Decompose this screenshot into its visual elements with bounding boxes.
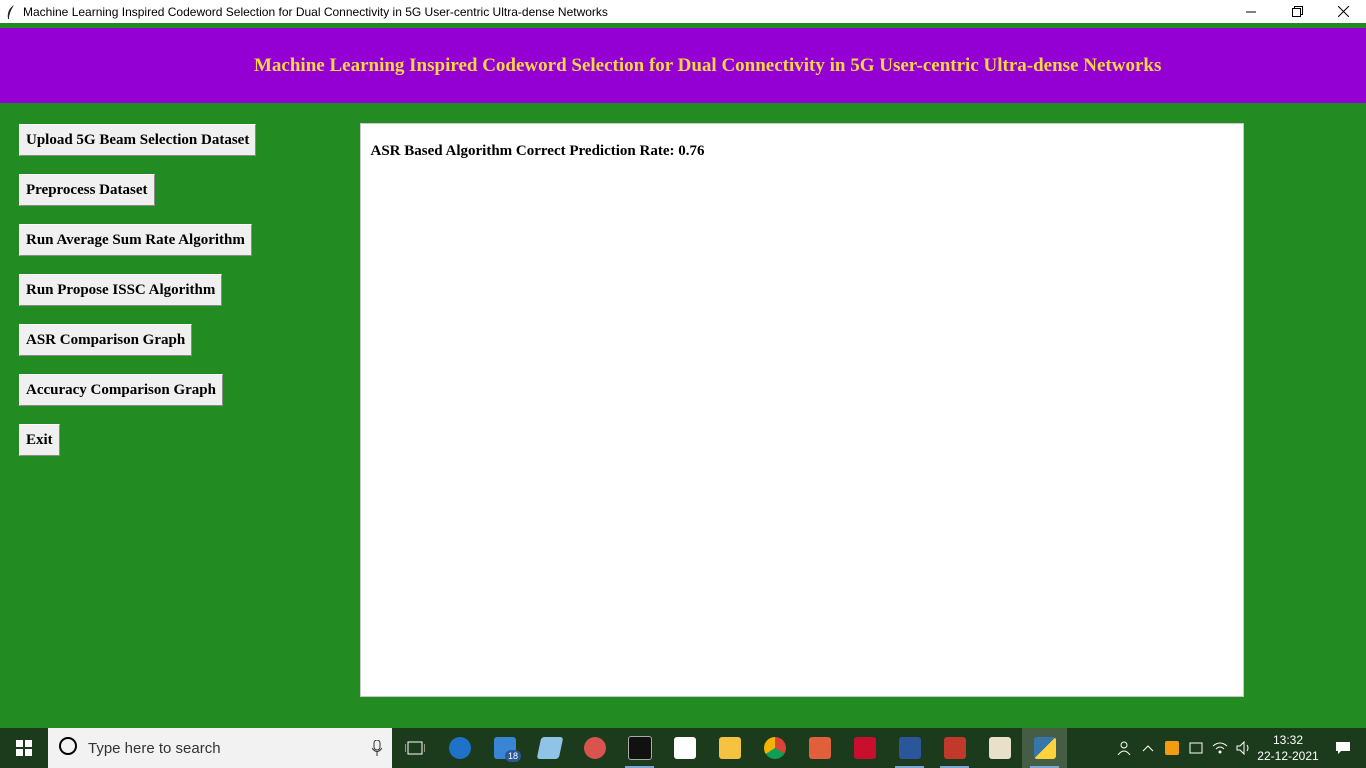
header-banner: Machine Learning Inspired Codeword Selec… <box>0 28 1366 103</box>
app-tray-icon[interactable] <box>1160 728 1184 768</box>
action-center-icon[interactable] <box>1320 728 1366 768</box>
wifi-icon[interactable] <box>1208 728 1232 768</box>
cortana-icon <box>58 736 78 760</box>
run-issc-algorithm-button[interactable]: Run Propose ISSC Algorithm <box>19 274 223 306</box>
chrome-icon[interactable] <box>752 728 797 768</box>
taskbar-search-box[interactable]: Type here to search <box>48 728 392 768</box>
feather-icon <box>0 0 22 23</box>
mail-badge: 18 <box>504 750 521 762</box>
taskbar-clock[interactable]: 13:32 22-12-2021 <box>1256 732 1320 764</box>
taskbar: Type here to search 18 13:32 22-12-2021 <box>0 728 1366 768</box>
minimize-icon[interactable] <box>1228 0 1274 23</box>
window-title: Machine Learning Inspired Codeword Selec… <box>23 4 608 19</box>
start-button[interactable] <box>0 728 48 768</box>
python-file-icon[interactable] <box>977 728 1022 768</box>
task-view-icon[interactable] <box>392 728 437 768</box>
system-tray: 13:32 22-12-2021 <box>1112 728 1366 768</box>
window-title-bar: Machine Learning Inspired Codeword Selec… <box>0 0 1366 23</box>
git-client-icon[interactable] <box>797 728 842 768</box>
edge-browser-icon[interactable] <box>437 728 482 768</box>
restore-icon[interactable] <box>1274 0 1320 23</box>
store-icon[interactable] <box>662 728 707 768</box>
upload-dataset-button[interactable]: Upload 5G Beam Selection Dataset <box>19 124 257 156</box>
python-app-icon[interactable] <box>1022 728 1067 768</box>
output-text: ASR Based Algorithm Correct Prediction R… <box>370 143 705 159</box>
mail-icon[interactable]: 18 <box>482 728 527 768</box>
accuracy-comparison-graph-button[interactable]: Accuracy Comparison Graph <box>19 374 223 406</box>
run-asr-algorithm-button[interactable]: Run Average Sum Rate Algorithm <box>19 224 252 256</box>
word-icon[interactable] <box>887 728 932 768</box>
windows-icon <box>16 740 32 756</box>
file-explorer-icon[interactable] <box>707 728 752 768</box>
close-icon[interactable] <box>1320 0 1366 23</box>
output-text-area[interactable]: ASR Based Algorithm Correct Prediction R… <box>360 123 1244 697</box>
notes-app-icon[interactable] <box>527 728 572 768</box>
preprocess-dataset-button[interactable]: Preprocess Dataset <box>19 174 155 206</box>
command-prompt-icon[interactable] <box>617 728 662 768</box>
chevron-up-icon[interactable] <box>1136 728 1160 768</box>
settings-app-icon[interactable] <box>572 728 617 768</box>
search-placeholder: Type here to search <box>88 739 221 757</box>
microphone-icon[interactable] <box>362 740 392 756</box>
paint-app-icon[interactable] <box>932 728 977 768</box>
clock-date: 22-12-2021 <box>1257 749 1319 763</box>
volume-icon[interactable] <box>1232 728 1256 768</box>
pdf-reader-icon[interactable] <box>842 728 887 768</box>
people-icon[interactable] <box>1112 728 1136 768</box>
exit-button[interactable]: Exit <box>19 424 60 456</box>
page-title: Machine Learning Inspired Codeword Selec… <box>254 54 1162 76</box>
input-method-icon[interactable] <box>1184 728 1208 768</box>
clock-time: 13:32 <box>1272 733 1304 747</box>
asr-comparison-graph-button[interactable]: ASR Comparison Graph <box>19 324 193 356</box>
